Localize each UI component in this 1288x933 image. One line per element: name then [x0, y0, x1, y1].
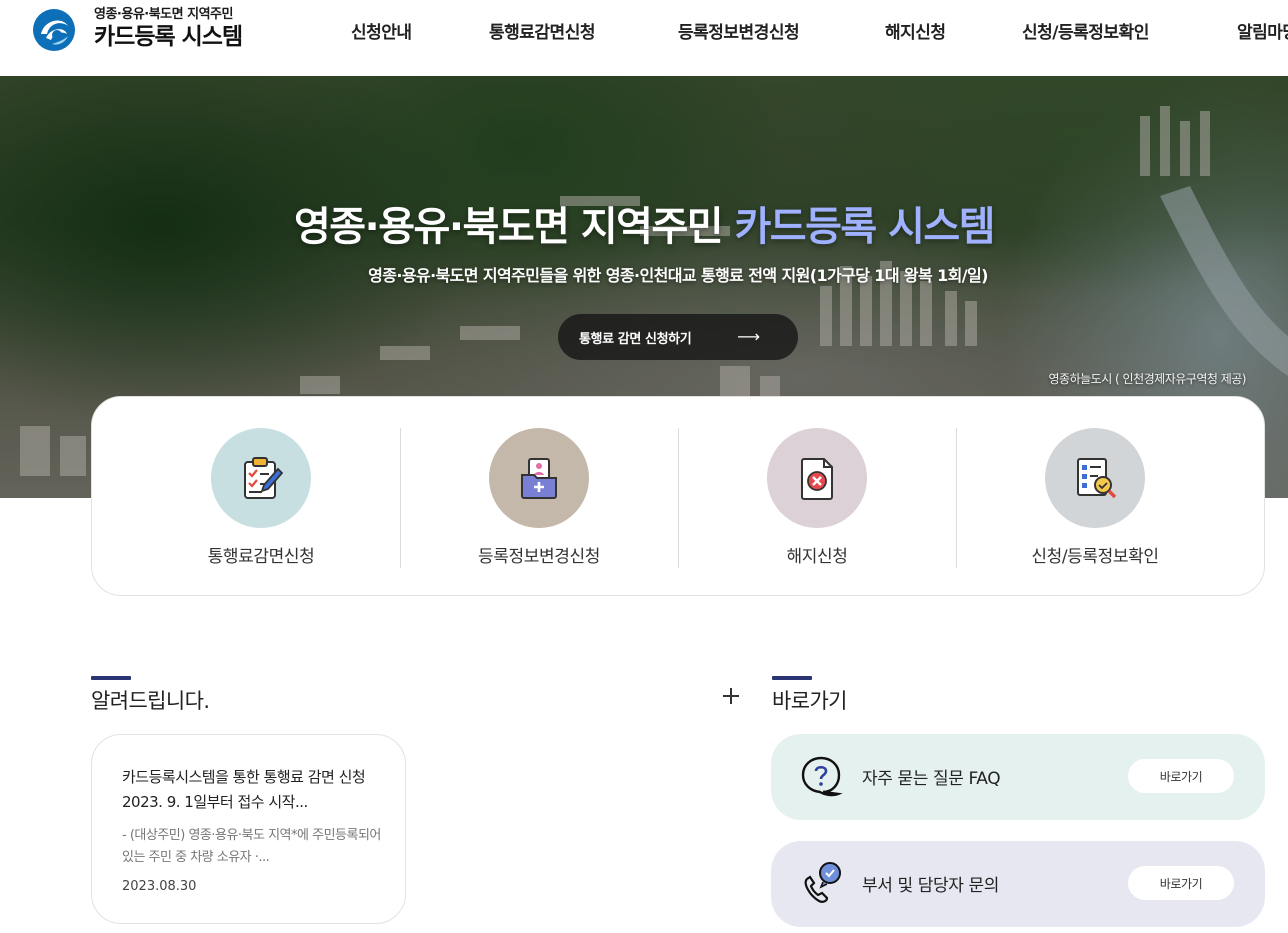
- plus-icon[interactable]: [720, 685, 742, 707]
- nav-item-guide[interactable]: 신청안내: [351, 18, 412, 43]
- shortcut-section-title: 바로가기: [772, 689, 847, 713]
- quick-item-check[interactable]: 신청/등록정보확인: [926, 397, 1204, 597]
- notice-item-body: - (대상주민) 영종·용유·북도 지역*에 주민등록되어 있는 주민 중 차량…: [122, 828, 381, 865]
- notice-item-card[interactable]: 카드등록시스템을 통한 통행료 감면 신청 2023. 9. 1일부터 접수 시…: [91, 734, 406, 924]
- section-accent-bar: [772, 676, 812, 680]
- apply-button-label: 통행료 감면 신청하기: [579, 331, 692, 347]
- nav-item-check[interactable]: 신청/등록정보확인: [1022, 18, 1149, 43]
- quick-item-label: 신청/등록정보확인: [1031, 547, 1159, 567]
- notice-section-title: 알려드립니다.: [91, 689, 210, 713]
- arrow-right-icon: ⟶: [737, 327, 760, 346]
- section-accent-bar: [91, 676, 131, 680]
- notice-item-date: 2023.08.30: [122, 879, 197, 894]
- nav-item-toll-discount[interactable]: 통행료감면신청: [489, 18, 595, 43]
- hero-title-accent: 카드등록 시스템: [734, 204, 996, 250]
- quick-icon-circle: [767, 428, 867, 528]
- quick-item-cancel[interactable]: 해지신청: [648, 397, 926, 597]
- document-cancel-icon: [801, 458, 833, 500]
- go-faq-button[interactable]: 바로가기: [1128, 759, 1234, 793]
- shortcut-label: 자주 묻는 질문 FAQ: [862, 769, 1001, 789]
- folder-profile-icon: [521, 458, 557, 499]
- quick-icon-circle: [211, 428, 311, 528]
- main-navigation: 신청안내 통행료감면신청 등록정보변경신청 해지신청 신청/등록정보확인 알림마…: [0, 0, 1288, 62]
- image-caption: 영종하늘도시 ( 인천경제자유구역청 제공): [1048, 372, 1247, 386]
- hero-title: 영종·용유·북도면 지역주민 카드등록 시스템: [0, 194, 1288, 252]
- quick-item-toll-discount[interactable]: 통행료감면신청: [92, 397, 370, 597]
- question-bubble-icon: [801, 756, 843, 797]
- nav-item-info-change[interactable]: 등록정보변경신청: [678, 18, 800, 43]
- hero-title-main: 영종·용유·북도면 지역주민: [293, 204, 735, 250]
- notice-item-title: 카드등록시스템을 통한 통행료 감면 신청 2023. 9. 1일부터 접수 시…: [122, 768, 366, 811]
- shortcut-contact[interactable]: 부서 및 담당자 문의 바로가기: [771, 841, 1265, 927]
- go-contact-button[interactable]: 바로가기: [1128, 866, 1234, 900]
- phone-chat-icon: [804, 862, 841, 903]
- quick-item-info-change[interactable]: 등록정보변경신청: [370, 397, 648, 597]
- quick-icon-circle: [489, 428, 589, 528]
- nav-item-notice-board[interactable]: 알림마당: [1237, 18, 1288, 43]
- quick-icon-circle: [1045, 428, 1145, 528]
- nav-item-cancel[interactable]: 해지신청: [885, 18, 946, 43]
- shortcut-faq[interactable]: 자주 묻는 질문 FAQ 바로가기: [771, 734, 1265, 820]
- document-search-icon: [1077, 458, 1117, 499]
- site-header: 영종·용유·북도면 지역주민 카드등록 시스템 신청안내 통행료감면신청 등록정…: [0, 0, 1288, 76]
- apply-toll-discount-button[interactable]: 통행료 감면 신청하기 ⟶: [558, 314, 798, 360]
- quick-menu: 통행료감면신청 등록정보변경신청 해지신청 신청/등록정보확인: [91, 396, 1265, 596]
- hero-description: 영종·용유·북도면 지역주민들을 위한 영종·인천대교 통행료 전액 지원(1가…: [368, 266, 988, 285]
- shortcut-label: 부서 및 담당자 문의: [862, 876, 999, 896]
- checklist-icon: [244, 457, 284, 499]
